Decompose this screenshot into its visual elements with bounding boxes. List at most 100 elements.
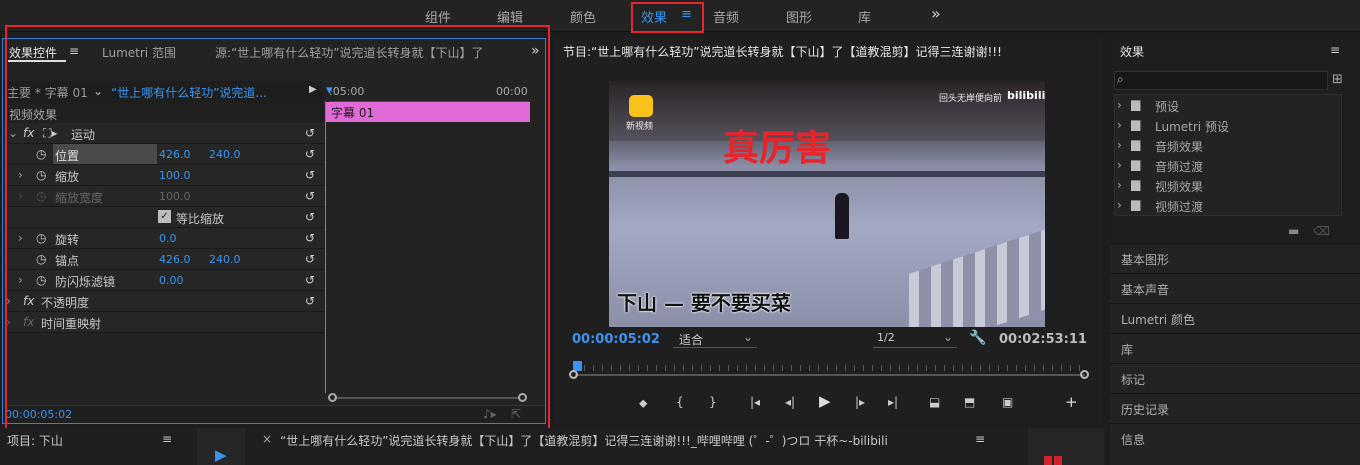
folder-icon: ▆ (1131, 157, 1141, 171)
expand-chevron-icon[interactable]: › (1117, 118, 1122, 132)
extract-icon[interactable]: ⬒ (964, 395, 975, 409)
tree-label: 预设 (1155, 100, 1180, 114)
section-label: 基本声音 (1121, 283, 1170, 297)
bottom-panels: 项目: 下山 ≡ ▶ × “世上哪有什么轻功”说完道长转身就【下山】了【道教混剪… (0, 428, 1106, 465)
folder-icon: ▆ (1131, 177, 1141, 191)
tree-item-video-effects[interactable]: › ▆ 视频效果 (1115, 175, 1343, 195)
scrubber-ticks (575, 365, 1083, 371)
app-logo-icon (629, 95, 653, 117)
audio-meter-panel (1028, 428, 1104, 465)
fit-dropdown[interactable]: 适合 ⌄ (673, 330, 757, 348)
tree-item-video-transitions[interactable]: › ▆ 视频过渡 (1115, 195, 1343, 215)
tree-item-presets[interactable]: › ▆ 预设 (1115, 95, 1343, 115)
section-essential-graphics[interactable]: 基本图形 (1110, 243, 1360, 273)
balustrade-near (909, 228, 1045, 327)
step-forward-icon[interactable]: |▸ (855, 395, 865, 409)
marker-icon[interactable]: ⬥ (639, 396, 647, 411)
tree-item-audio-effects[interactable]: › ▆ 音频效果 (1115, 135, 1343, 155)
tree-label: Lumetri 预设 (1155, 120, 1229, 134)
effects-search-field[interactable]: ⌕ (1114, 71, 1328, 90)
play-icon[interactable]: ▶ (819, 392, 831, 410)
meter-left (1044, 456, 1052, 465)
section-history[interactable]: 历史记录 (1110, 393, 1360, 423)
section-info[interactable]: 信息 (1110, 423, 1360, 465)
ws-tab-graphics[interactable]: 图形 (786, 7, 812, 26)
go-to-in-icon[interactable]: |◂ (750, 395, 760, 409)
mark-out-icon[interactable]: } (709, 395, 717, 409)
chevron-down-icon: ⌄ (743, 330, 754, 344)
tools-panel: ▶ (197, 428, 245, 465)
tree-label: 音频效果 (1155, 140, 1204, 154)
zoom-handle-left[interactable] (569, 370, 578, 379)
program-duration: 00:02:53:11 (999, 332, 1087, 347)
balustrade-far (609, 171, 1045, 177)
section-label: Lumetri 颜色 (1121, 313, 1195, 327)
ws-tab-color[interactable]: 颜色 (570, 7, 596, 26)
wrench-icon[interactable]: 🔧 (969, 330, 986, 346)
new-bin-icon[interactable]: ⊞ (1332, 72, 1343, 87)
program-scrubber[interactable] (569, 361, 1089, 379)
section-libraries[interactable]: 库 (1110, 333, 1360, 363)
camera-icon[interactable]: ▣ (1002, 395, 1013, 409)
bilibili-logo: bilibili (1007, 89, 1045, 102)
expand-chevron-icon[interactable]: › (1117, 198, 1122, 212)
resolution-value: 1/2 (877, 331, 895, 344)
expand-chevron-icon[interactable]: › (1117, 98, 1122, 112)
tree-item-audio-transitions[interactable]: › ▆ 音频过渡 (1115, 155, 1343, 175)
ws-tab-audio[interactable]: 音频 (713, 7, 739, 26)
highlight-box-effect-controls (5, 25, 550, 443)
folder-icon: ▆ (1131, 197, 1141, 211)
new-folder-icon[interactable]: ▬ (1288, 224, 1299, 238)
ws-overflow-icon[interactable]: » (931, 4, 941, 23)
project-tab[interactable]: 项目: 下山 (7, 432, 63, 449)
panel-menu-icon[interactable]: ≡ (1330, 43, 1340, 57)
chevron-down-icon: ⌄ (943, 330, 954, 344)
section-label: 信息 (1121, 433, 1146, 447)
effects-panel: 效果 ≡ ⌕ ⊞ › ▆ 预设 › ▆ Lumetri 预设 › ▆ 音频效果 … (1110, 38, 1360, 465)
video-frame[interactable]: 新视频 回头无岸便向前 bilibili 真厉害 下山 — 要不要买菜 (609, 81, 1045, 327)
effects-tree: › ▆ 预设 › ▆ Lumetri 预设 › ▆ 音频效果 › ▆ 音频过渡 … (1114, 94, 1342, 216)
expand-chevron-icon[interactable]: › (1117, 138, 1122, 152)
program-title[interactable]: 节目:“世上哪有什么轻功”说完道长转身就【下山】了【道教混剪】记得三连谢谢!!! (563, 43, 1093, 60)
logo-text: 新视频 (626, 122, 654, 132)
sequence-tab[interactable]: “世上哪有什么轻功”说完道长转身就【下山】了【道教混剪】记得三连谢谢!!!_哔哩… (280, 432, 970, 449)
step-back-icon[interactable]: ◂| (785, 395, 795, 409)
close-icon[interactable]: × (262, 432, 272, 446)
ws-tab-libraries[interactable]: 库 (858, 7, 871, 26)
go-to-out-icon[interactable]: ▸| (888, 395, 898, 409)
expand-chevron-icon[interactable]: › (1117, 178, 1122, 192)
folder-icon: ▆ (1131, 137, 1141, 151)
ws-tab-editing[interactable]: 编辑 (497, 7, 523, 26)
trash-icon[interactable]: ⌫ (1313, 224, 1330, 238)
fit-value: 适合 (679, 333, 704, 347)
selection-tool-icon[interactable]: ▶ (215, 446, 227, 464)
tree-label: 视频过渡 (1155, 200, 1204, 214)
tree-item-lumetri-presets[interactable]: › ▆ Lumetri 预设 (1115, 115, 1343, 135)
resolution-dropdown[interactable]: 1/2 ⌄ (873, 330, 957, 348)
search-icon: ⌕ (1117, 72, 1124, 86)
section-markers[interactable]: 标记 (1110, 363, 1360, 393)
swordsman-figure (835, 193, 849, 239)
video-subtitle: 下山 — 要不要买菜 (617, 291, 791, 315)
watermark-text: 回头无岸便向前 (939, 94, 1003, 104)
folder-star-icon: ▆ (1131, 97, 1141, 111)
add-button-icon[interactable]: + (1065, 393, 1078, 411)
panel-menu-icon[interactable]: ≡ (162, 432, 172, 446)
program-timecode[interactable]: 00:00:05:02 (572, 332, 660, 347)
tree-label: 视频效果 (1155, 180, 1204, 194)
effects-panel-title[interactable]: 效果 (1120, 43, 1144, 60)
lift-icon[interactable]: ⬓ (929, 395, 940, 409)
panel-menu-icon[interactable]: ≡ (975, 432, 985, 446)
folder-star-icon: ▆ (1131, 117, 1141, 131)
expand-chevron-icon[interactable]: › (1117, 158, 1122, 172)
section-label: 基本图形 (1121, 253, 1170, 267)
zoom-handle-right[interactable] (1080, 370, 1089, 379)
ws-tab-assembly[interactable]: 组件 (425, 7, 451, 26)
tree-label: 音频过渡 (1155, 160, 1204, 174)
section-label: 历史记录 (1121, 403, 1170, 417)
mark-in-icon[interactable]: { (676, 395, 684, 409)
video-headline: 真厉害 (723, 127, 832, 169)
program-monitor-panel: 节目:“世上哪有什么轻功”说完道长转身就【下山】了【道教混剪】记得三连谢谢!!!… (555, 38, 1103, 424)
section-lumetri-color[interactable]: Lumetri 颜色 (1110, 303, 1360, 333)
section-essential-sound[interactable]: 基本声音 (1110, 273, 1360, 303)
